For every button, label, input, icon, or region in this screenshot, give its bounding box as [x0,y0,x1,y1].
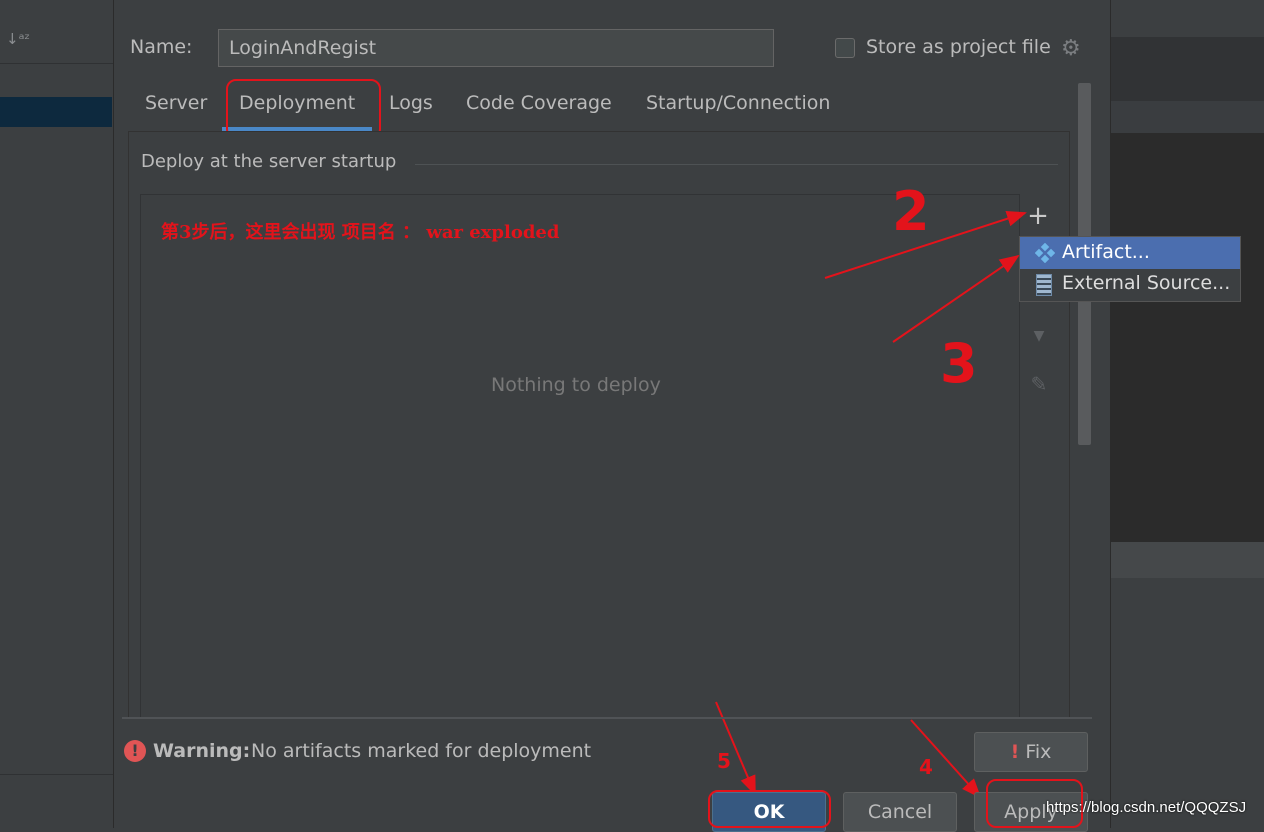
bulb-icon: ! [1010,741,1020,763]
warning-text: No artifacts marked for deployment [251,740,592,762]
annotation-arrow-5 [715,701,756,796]
annotation-highlight-ok-button [708,790,831,828]
warning-icon: ! [124,740,146,762]
annotation-step-3: 3 [940,332,978,395]
annotation-arrows [715,210,1027,799]
annotation-step-4: 4 [919,755,933,779]
watermark: https://blog.csdn.net/QQQZSJ [1046,799,1247,816]
bottom-separator [122,717,1092,719]
annotation-step-5: 5 [717,749,731,773]
warning-label: Warning: [153,740,251,762]
annotation-step-2: 2 [892,180,930,243]
fix-button-label: Fix [1025,741,1052,763]
cancel-button[interactable]: Cancel [843,792,957,832]
annotation-arrow-3 [892,254,1020,343]
fix-button[interactable]: ! Fix [974,732,1088,772]
